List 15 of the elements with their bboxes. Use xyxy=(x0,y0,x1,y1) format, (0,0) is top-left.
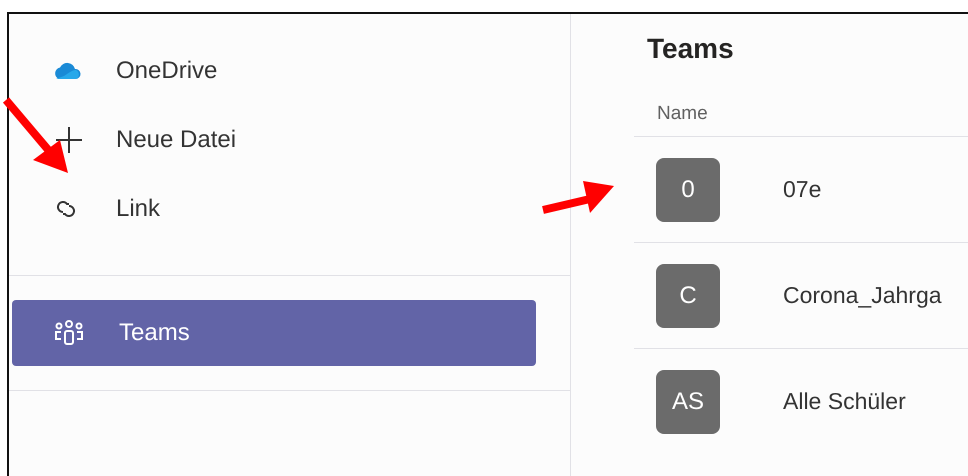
team-name[interactable]: 07e xyxy=(783,172,822,207)
column-header: Name xyxy=(657,103,708,124)
team-name[interactable]: Corona_Jahrga xyxy=(783,278,942,313)
sidebar-item[interactable]: Neue Datei xyxy=(9,105,570,174)
annotation-arrow xyxy=(542,181,614,214)
team-name[interactable]: Alle Schüler xyxy=(783,384,906,419)
team-avatar: C xyxy=(656,264,720,328)
page-title: Teams xyxy=(647,32,735,66)
team-avatar: AS xyxy=(656,370,720,434)
people-icon xyxy=(52,319,86,347)
sidebar-item[interactable]: OneDrive xyxy=(9,36,570,105)
plus-icon xyxy=(55,126,83,154)
sidebar-item[interactable]: Link xyxy=(9,174,570,243)
teams-nav-item[interactable]: Teams xyxy=(12,300,536,366)
team-avatar: 0 xyxy=(656,158,720,222)
